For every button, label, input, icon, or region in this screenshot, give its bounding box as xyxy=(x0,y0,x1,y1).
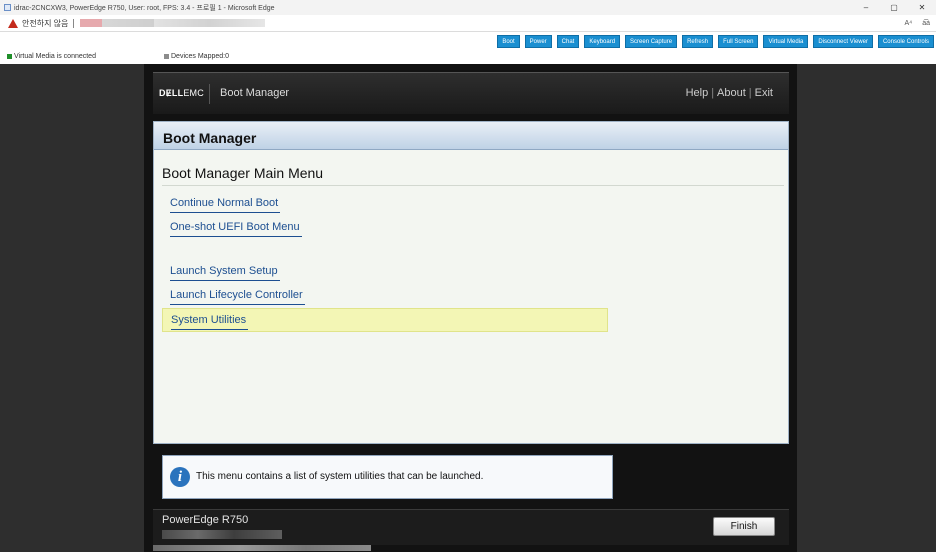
devices-indicator-icon xyxy=(164,54,169,59)
console-controls-button[interactable]: Console Controls xyxy=(877,35,934,48)
about-link[interactable]: About xyxy=(717,87,746,99)
service-tag-redacted xyxy=(162,530,282,539)
window-controls: – ▢ ✕ xyxy=(852,0,936,15)
link-separator: | xyxy=(748,87,752,99)
full-screen-button[interactable]: Full Screen xyxy=(718,35,759,48)
security-warning[interactable]: 안전하지 않음 xyxy=(22,18,68,29)
minimize-icon[interactable]: – xyxy=(852,0,880,15)
dell-emc-logo: DɆLLEMC xyxy=(159,88,204,98)
connected-indicator-icon xyxy=(7,54,12,59)
power-button[interactable]: Power xyxy=(524,35,552,48)
virtual-media-status: Virtual Media is connected xyxy=(7,53,96,60)
menu-item-system-utilities[interactable]: System Utilities xyxy=(162,308,608,332)
boot-button[interactable]: Boot xyxy=(497,35,520,48)
header-title: Boot Manager xyxy=(220,87,290,99)
logo-dell-text: DɆLL xyxy=(159,88,184,98)
address-separator xyxy=(73,18,75,28)
header-links: Help | About | Exit xyxy=(686,87,773,99)
exit-link[interactable]: Exit xyxy=(755,87,773,99)
menu-item-label[interactable]: One-shot UEFI Boot Menu xyxy=(170,221,302,237)
console-right-margin xyxy=(797,64,936,552)
info-icon: i xyxy=(170,467,190,487)
boot-manager-panel: Boot Manager Boot Manager Main Menu Cont… xyxy=(153,121,789,444)
warning-icon[interactable] xyxy=(8,18,18,28)
idrac-toolbar: Virtual Media is connected Devices Mappe… xyxy=(0,32,936,64)
translate-icon[interactable]: a͡a xyxy=(922,20,930,27)
menu-heading: Boot Manager Main Menu xyxy=(162,165,324,181)
maximize-icon[interactable]: ▢ xyxy=(880,0,908,15)
redacted-text xyxy=(153,545,371,551)
info-text: This menu contains a list of system util… xyxy=(196,471,484,482)
menu-item-launch-system-setup[interactable]: Launch System Setup xyxy=(162,260,608,284)
chat-button[interactable]: Chat xyxy=(556,35,580,48)
disconnect-viewer-button[interactable]: Disconnect Viewer xyxy=(813,35,873,48)
browser-title-bar: idrac-2CNCXW3, PowerEdge R750, User: roo… xyxy=(0,0,936,15)
toolbar-buttons: Boot Power Chat Keyboard Screen Capture … xyxy=(492,35,934,48)
url-field-redacted[interactable] xyxy=(80,19,266,27)
menu-item-launch-lifecycle-controller[interactable]: Launch Lifecycle Controller xyxy=(162,284,608,308)
virtual-media-button[interactable]: Virtual Media xyxy=(763,35,809,48)
menu-item-label[interactable]: Launch System Setup xyxy=(170,265,280,281)
heading-divider xyxy=(162,185,784,186)
screen-capture-button[interactable]: Screen Capture xyxy=(625,35,678,48)
menu-item-one-shot-uefi-boot-menu[interactable]: One-shot UEFI Boot Menu xyxy=(162,216,608,240)
panel-title-bar: Boot Manager xyxy=(154,122,788,150)
menu-item-continue-normal-boot[interactable]: Continue Normal Boot xyxy=(162,192,608,216)
system-model: PowerEdge R750 xyxy=(162,514,249,526)
info-box: i This menu contains a list of system ut… xyxy=(162,455,613,499)
header-divider xyxy=(209,84,210,104)
panel-title: Boot Manager xyxy=(163,130,257,146)
menu-item-label[interactable]: Continue Normal Boot xyxy=(170,197,281,213)
read-aloud-icon[interactable]: A⁴ xyxy=(905,20,913,27)
menu-item-label[interactable]: System Utilities xyxy=(171,314,249,330)
refresh-button[interactable]: Refresh xyxy=(682,35,714,48)
finish-button[interactable]: Finish xyxy=(713,517,775,536)
address-bar[interactable]: 안전하지 않음 A⁴ a͡a xyxy=(0,15,936,32)
boot-manager-header: DɆLLEMC Boot Manager Help | About | Exit xyxy=(153,72,789,114)
keyboard-button[interactable]: Keyboard xyxy=(584,35,621,48)
help-link[interactable]: Help xyxy=(686,87,709,99)
menu-item-label[interactable]: Launch Lifecycle Controller xyxy=(170,289,305,305)
virtual-media-status-text: Virtual Media is connected xyxy=(14,53,96,60)
console-left-margin xyxy=(0,64,144,552)
logo-emc-text: EMC xyxy=(183,88,204,98)
devices-mapped-status: Devices Mapped:0 xyxy=(164,53,229,60)
window-title: idrac-2CNCXW3, PowerEdge R750, User: roo… xyxy=(14,4,275,12)
devices-mapped-text: Devices Mapped:0 xyxy=(171,53,229,60)
app-icon xyxy=(4,4,11,11)
close-icon[interactable]: ✕ xyxy=(908,0,936,15)
boot-manager-footer: PowerEdge R750 Finish xyxy=(153,509,789,545)
link-separator: | xyxy=(711,87,715,99)
